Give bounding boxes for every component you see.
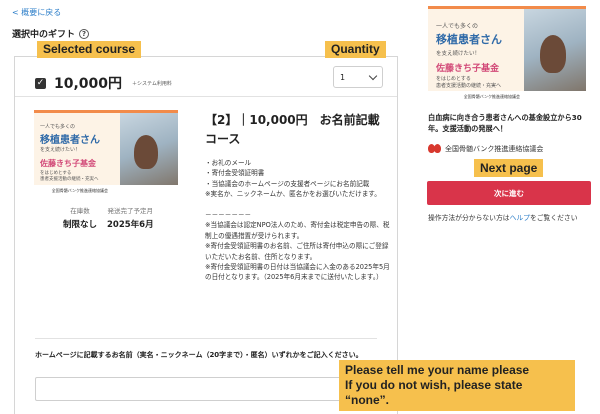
- patient-photo: [120, 113, 178, 195]
- course-details: ・お礼のメール ・寄付金受領証明書 ・当協議会のホームページの支援者ページにお名…: [205, 159, 390, 282]
- divider: [35, 338, 377, 339]
- checkbox-checked-icon[interactable]: ✓: [35, 77, 46, 89]
- stock-info: 在庫数 制限なし: [63, 205, 97, 230]
- thumb-line1: 一人でも多くの: [436, 23, 479, 30]
- thumb-line1: 一人でも多くの: [40, 124, 76, 130]
- stock-label: 在庫数: [70, 207, 90, 215]
- help-prefix: 操作方法が分からない方は: [428, 214, 510, 222]
- thumb-line5b: 患者支援活動の継続・充実へ: [40, 177, 99, 182]
- help-link[interactable]: ヘルプ: [510, 214, 530, 222]
- help-text: 操作方法が分からない方はヘルプをご覧ください: [428, 212, 578, 222]
- thumb-line4: 佐藤きち子基金: [436, 64, 500, 74]
- ship-value: 2025年6月: [107, 220, 154, 230]
- patient-photo: [524, 9, 586, 101]
- next-button[interactable]: 次に進む: [427, 181, 591, 205]
- thumb-line5a: をはじめとする: [436, 76, 471, 82]
- section-title: 選択中のギフト ?: [12, 27, 90, 40]
- name-input[interactable]: [35, 377, 345, 401]
- course-header: ✓ 10,000円 ＋システム利用料: [35, 73, 172, 93]
- annotation-selected-course: Selected course: [37, 41, 142, 58]
- back-to-overview-link[interactable]: < 概要に戻る: [12, 7, 61, 18]
- annotation-name-instructions: Please tell me your name please If you d…: [339, 360, 575, 411]
- thumb-line5a: をはじめとする: [40, 171, 72, 176]
- name-field-label: ホームページに記載するお名前（実名・ニックネーム（20字まで）・匿名）いずれかを…: [35, 351, 363, 359]
- ship-info: 発送完了予定月 2025年6月: [107, 205, 154, 230]
- course-title: 【2】｜10,000円 お名前記載コース: [205, 113, 380, 146]
- thumb-line5b: 患者支援活動の継続・充実へ: [436, 83, 502, 89]
- annotation-name-line2: If you do not wish, please state “none”.: [345, 378, 523, 407]
- thumb-line5: をはじめとする 患者支援活動の継続・充実へ: [40, 171, 99, 183]
- chevron-down-icon: [368, 71, 378, 80]
- annotation-name-line1: Please tell me your name please: [345, 363, 530, 377]
- thumb-line2: 移植患者さん: [40, 135, 100, 146]
- annotation-next-page: Next page: [474, 159, 544, 177]
- ship-label: 発送完了予定月: [107, 207, 154, 215]
- organization-name: 全国骨髄バンク推進連絡協議会: [445, 144, 544, 153]
- stock-value: 制限なし: [63, 220, 98, 230]
- project-description: 白血病に向き合う患者さんへの基金設立から30年。支援活動の発展へ！: [428, 113, 582, 133]
- organization-logo-icon: [428, 142, 441, 155]
- quantity-value: 1: [340, 72, 346, 82]
- help-suffix: をご覧ください: [529, 214, 578, 222]
- organization[interactable]: 全国骨髄バンク推進連絡協議会: [428, 142, 543, 155]
- price-note: ＋システム利用料: [132, 80, 172, 87]
- quantity-select[interactable]: 1: [333, 66, 383, 88]
- thumb-org-logo: 全国骨髄バンク推進連絡協議会: [428, 91, 586, 101]
- section-title-text: 選択中のギフト: [12, 30, 76, 40]
- question-circle-icon[interactable]: ?: [79, 28, 90, 39]
- project-thumbnail: 一人でも多くの 移植患者さん を支え続けたい！ 佐藤きち子基金 をはじめとする患…: [428, 6, 586, 101]
- annotation-quantity: Quantity: [325, 41, 386, 58]
- course-thumbnail: 一人でも多くの 移植患者さん を支え続けたい！ 佐藤きち子基金 をはじめとする患…: [34, 110, 178, 195]
- thumb-line4: 佐藤きち子基金: [40, 159, 96, 168]
- thumb-line2: 移植患者さん: [436, 33, 502, 46]
- thumb-line3: を支え続けたい！: [40, 147, 81, 153]
- thumb-org-logo: 全国骨髄バンク推進連絡協議会: [34, 185, 178, 195]
- thumb-line3: を支え続けたい！: [436, 51, 481, 57]
- divider: [15, 96, 397, 97]
- thumb-line5: をはじめとする 患者支援活動の継続・充実へ: [436, 76, 501, 90]
- course-price: 10,000円: [54, 76, 123, 92]
